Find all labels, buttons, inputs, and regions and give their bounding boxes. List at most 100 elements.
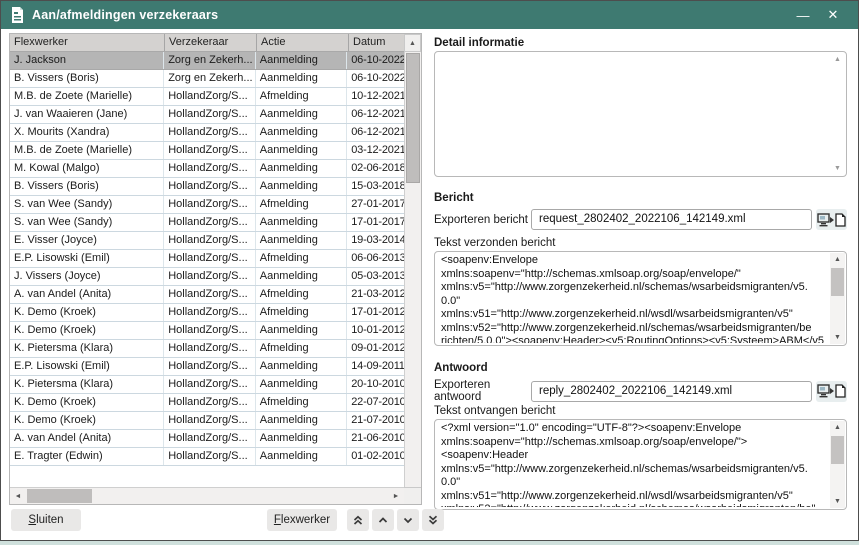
first-record-button[interactable] [347, 509, 369, 531]
table-row[interactable]: X. Mourits (Xandra) HollandZorg/S... Aan… [10, 124, 404, 142]
verzonden-scrollbar-thumb[interactable] [831, 268, 844, 296]
exporteren-bericht-label: Exporteren bericht [434, 214, 531, 226]
double-chevron-up-icon [352, 514, 364, 526]
cell-actie: Aanmelding [256, 160, 348, 177]
cell-verzekeraar: HollandZorg/S... [164, 178, 256, 195]
tekst-ontvangen-bericht-label: Tekst ontvangen bericht [434, 405, 555, 417]
table-row[interactable]: M.B. de Zoete (Marielle) HollandZorg/S..… [10, 142, 404, 160]
vertical-scrollbar-thumb[interactable] [406, 53, 420, 183]
table-row[interactable]: K. Demo (Kroek) HollandZorg/S... Aanmeld… [10, 322, 404, 340]
ontvangen-scroll-up-icon[interactable]: ▲ [830, 421, 845, 434]
flexwerker-button[interactable]: Flexwerker [267, 509, 337, 531]
cell-datum: 06-10-2022 [347, 52, 404, 69]
exporteren-bericht-input[interactable]: request_2802402_2022106_142149.xml [531, 209, 812, 230]
scroll-right-arrow-icon[interactable]: ► [388, 488, 404, 504]
cell-flexwerker: S. van Wee (Sandy) [10, 196, 164, 213]
horizontal-scrollbar-thumb[interactable] [27, 489, 92, 503]
cell-datum: 06-06-2013 [347, 250, 404, 267]
column-header-actie[interactable]: Actie [257, 34, 349, 51]
table-row[interactable]: M.B. de Zoete (Marielle) HollandZorg/S..… [10, 88, 404, 106]
detail-informatie-text [441, 54, 828, 174]
cell-flexwerker: K. Demo (Kroek) [10, 412, 164, 429]
cell-flexwerker: M.B. de Zoete (Marielle) [10, 88, 164, 105]
verzonden-scroll-down-icon[interactable]: ▼ [830, 331, 845, 344]
export-to-computer-icon[interactable] [817, 213, 834, 227]
table-row[interactable]: K. Demo (Kroek) HollandZorg/S... Afmeldi… [10, 304, 404, 322]
cell-actie: Aanmelding [256, 70, 348, 87]
table-row[interactable]: E. Visser (Joyce) HollandZorg/S... Aanme… [10, 232, 404, 250]
exporteren-antwoord-input[interactable]: reply_2802402_2022106_142149.xml [531, 381, 812, 402]
cell-flexwerker: E.P. Lisowski (Emil) [10, 250, 164, 267]
cell-verzekeraar: HollandZorg/S... [164, 250, 256, 267]
ontvangen-bericht-text: <?xml version="1.0" encoding="UTF-8"?><s… [441, 422, 828, 507]
export-to-file-icon[interactable] [835, 384, 846, 398]
next-record-button[interactable] [397, 509, 419, 531]
chevron-down-icon [402, 514, 414, 526]
sluiten-button[interactable]: Sluiten [11, 509, 81, 531]
table-row[interactable]: K. Pietersma (Klara) HollandZorg/S... Aa… [10, 376, 404, 394]
table-row[interactable]: M. Kowal (Malgo) HollandZorg/S... Aanmel… [10, 160, 404, 178]
cell-actie: Afmelding [256, 304, 348, 321]
cell-flexwerker: A. van Andel (Anita) [10, 430, 164, 447]
scroll-up-arrow-icon[interactable]: ▲ [404, 34, 421, 52]
table-horizontal-scrollbar[interactable]: ◄ ► [10, 487, 404, 504]
last-record-button[interactable] [422, 509, 444, 531]
cell-datum: 06-12-2021 [347, 106, 404, 123]
table-row[interactable]: K. Demo (Kroek) HollandZorg/S... Afmeldi… [10, 394, 404, 412]
table-row[interactable]: A. van Andel (Anita) HollandZorg/S... Af… [10, 286, 404, 304]
table-row[interactable]: J. van Waaieren (Jane) HollandZorg/S... … [10, 106, 404, 124]
table-vertical-scrollbar[interactable] [404, 52, 421, 487]
table-row[interactable]: S. van Wee (Sandy) HollandZorg/S... Aanm… [10, 214, 404, 232]
table-row[interactable]: E.P. Lisowski (Emil) HollandZorg/S... Aa… [10, 358, 404, 376]
detail-informatie-textarea[interactable]: ▲ ▼ [434, 51, 847, 177]
cell-verzekeraar: HollandZorg/S... [164, 196, 256, 213]
cell-actie: Afmelding [256, 394, 348, 411]
detail-scroll-down-icon[interactable]: ▼ [830, 162, 845, 175]
verzonden-bericht-textarea[interactable]: <soapenv:Envelope xmlns:soapenv="http://… [434, 251, 847, 346]
table-row[interactable]: A. van Andel (Anita) HollandZorg/S... Aa… [10, 430, 404, 448]
bericht-section-label: Bericht [434, 192, 474, 204]
cell-datum: 20-10-2010 [347, 376, 404, 393]
window-title: Aan/afmeldingen verzekeraars [32, 8, 218, 22]
column-header-datum[interactable]: Datum [349, 34, 404, 51]
cell-actie: Aanmelding [256, 106, 348, 123]
column-header-verzekeraar[interactable]: Verzekeraar [165, 34, 257, 51]
scroll-left-arrow-icon[interactable]: ◄ [10, 488, 26, 504]
cell-flexwerker: X. Mourits (Xandra) [10, 124, 164, 141]
export-to-computer-icon[interactable] [817, 384, 834, 398]
table-row[interactable]: J. Jackson Zorg en Zekerh... Aanmelding … [10, 52, 404, 70]
table-row[interactable]: K. Demo (Kroek) HollandZorg/S... Aanmeld… [10, 412, 404, 430]
document-icon [11, 7, 24, 23]
minimize-button[interactable]: — [788, 3, 818, 27]
table-row[interactable]: E.P. Lisowski (Emil) HollandZorg/S... Af… [10, 250, 404, 268]
table-row[interactable]: E. Tragter (Edwin) HollandZorg/S... Aanm… [10, 448, 404, 466]
cell-datum: 06-10-2022 [347, 70, 404, 87]
export-to-file-icon[interactable] [835, 213, 846, 227]
table-row[interactable]: K. Pietersma (Klara) HollandZorg/S... Af… [10, 340, 404, 358]
cell-flexwerker: B. Vissers (Boris) [10, 178, 164, 195]
cell-flexwerker: K. Demo (Kroek) [10, 322, 164, 339]
cell-datum: 10-01-2012 [347, 322, 404, 339]
column-header-flexwerker[interactable]: Flexwerker [10, 34, 165, 51]
cell-actie: Afmelding [256, 286, 348, 303]
cell-actie: Aanmelding [256, 178, 348, 195]
table-row[interactable]: S. van Wee (Sandy) HollandZorg/S... Afme… [10, 196, 404, 214]
table-row[interactable]: B. Vissers (Boris) HollandZorg/S... Aanm… [10, 178, 404, 196]
cell-flexwerker: E.P. Lisowski (Emil) [10, 358, 164, 375]
verzonden-scroll-up-icon[interactable]: ▲ [830, 253, 845, 266]
table-row[interactable]: J. Vissers (Joyce) HollandZorg/S... Aanm… [10, 268, 404, 286]
previous-record-button[interactable] [372, 509, 394, 531]
cell-flexwerker: M. Kowal (Malgo) [10, 160, 164, 177]
detail-scroll-up-icon[interactable]: ▲ [830, 53, 845, 66]
cell-datum: 02-06-2018 [347, 160, 404, 177]
ontvangen-scroll-down-icon[interactable]: ▼ [830, 495, 845, 508]
chevron-up-icon [377, 514, 389, 526]
table-row[interactable]: B. Vissers (Boris) Zorg en Zekerh... Aan… [10, 70, 404, 88]
close-button[interactable]: ✕ [818, 3, 848, 27]
cell-verzekeraar: HollandZorg/S... [164, 268, 256, 285]
ontvangen-bericht-textarea[interactable]: <?xml version="1.0" encoding="UTF-8"?><s… [434, 419, 847, 510]
cell-datum: 27-01-2017 [347, 196, 404, 213]
detail-informatie-label: Detail informatie [434, 37, 524, 49]
ontvangen-scrollbar-thumb[interactable] [831, 436, 844, 464]
cell-flexwerker: J. Jackson [10, 52, 164, 69]
